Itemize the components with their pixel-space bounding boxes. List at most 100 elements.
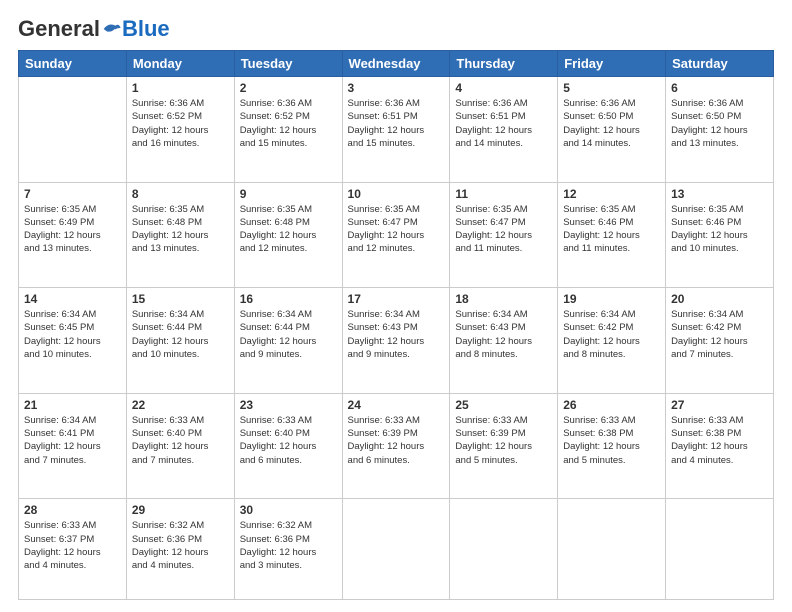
day-info: Sunrise: 6:35 AMSunset: 6:48 PMDaylight:… xyxy=(240,203,337,256)
day-info: Sunrise: 6:33 AMSunset: 6:40 PMDaylight:… xyxy=(240,414,337,467)
calendar-cell: 1Sunrise: 6:36 AMSunset: 6:52 PMDaylight… xyxy=(126,77,234,183)
calendar-cell: 26 Sunrise: 6:33 AMSunset: 6:38 PMDayligh… xyxy=(558,393,666,499)
logo-general: General xyxy=(18,18,100,40)
weekday-header: Friday xyxy=(558,51,666,77)
calendar-cell: 20 Sunrise: 6:34 AMSunset: 6:42 PMDayligh… xyxy=(666,288,774,394)
calendar-cell: 21Sunrise: 6:34 AMSunset: 6:41 PMDayligh… xyxy=(19,393,127,499)
calendar-cell xyxy=(342,499,450,600)
logo-blue: Blue xyxy=(122,18,170,40)
day-info: Sunrise: 6:36 AMSunset: 6:50 PMDaylight:… xyxy=(563,97,660,150)
calendar-cell: 13 Sunrise: 6:35 AMSunset: 6:46 PMDayligh… xyxy=(666,182,774,288)
day-number: 15 xyxy=(132,292,229,306)
day-info: Sunrise: 6:33 AMSunset: 6:40 PMDaylight:… xyxy=(132,414,229,467)
day-number: 13 xyxy=(671,187,768,201)
day-number: 4 xyxy=(455,81,552,95)
day-info: Sunrise: 6:35 AMSunset: 6:47 PMDaylight:… xyxy=(455,203,552,256)
weekday-header: Monday xyxy=(126,51,234,77)
day-info: Sunrise: 6:35 AMSunset: 6:49 PMDaylight:… xyxy=(24,203,121,256)
calendar-header-row: SundayMondayTuesdayWednesdayThursdayFrid… xyxy=(19,51,774,77)
calendar-cell xyxy=(450,499,558,600)
day-number: 30 xyxy=(240,503,337,517)
calendar-cell: 6Sunrise: 6:36 AMSunset: 6:50 PMDaylight… xyxy=(666,77,774,183)
header: General Blue xyxy=(18,18,774,40)
calendar-row: 28 Sunrise: 6:33 AMSunset: 6:37 PMDayligh… xyxy=(19,499,774,600)
calendar-cell xyxy=(19,77,127,183)
weekday-header: Thursday xyxy=(450,51,558,77)
calendar-cell xyxy=(558,499,666,600)
day-number: 8 xyxy=(132,187,229,201)
day-number: 22 xyxy=(132,398,229,412)
day-number: 16 xyxy=(240,292,337,306)
day-info: Sunrise: 6:33 AMSunset: 6:39 PMDaylight:… xyxy=(348,414,445,467)
calendar-row: 7 Sunrise: 6:35 AMSunset: 6:49 PMDaylight… xyxy=(19,182,774,288)
day-info: Sunrise: 6:34 AMSunset: 6:44 PMDaylight:… xyxy=(132,308,229,361)
day-number: 7 xyxy=(24,187,121,201)
calendar-cell: 12Sunrise: 6:35 AMSunset: 6:46 PMDayligh… xyxy=(558,182,666,288)
logo: General Blue xyxy=(18,18,170,40)
day-number: 29 xyxy=(132,503,229,517)
calendar-cell: 5Sunrise: 6:36 AMSunset: 6:50 PMDaylight… xyxy=(558,77,666,183)
day-number: 20 xyxy=(671,292,768,306)
calendar-cell: 2 Sunrise: 6:36 AMSunset: 6:52 PMDaylight… xyxy=(234,77,342,183)
day-number: 3 xyxy=(348,81,445,95)
day-info: Sunrise: 6:34 AMSunset: 6:42 PMDaylight:… xyxy=(563,308,660,361)
day-info: Sunrise: 6:32 AMSunset: 6:36 PMDaylight:… xyxy=(240,519,337,572)
calendar-cell: 4 Sunrise: 6:36 AMSunset: 6:51 PMDaylight… xyxy=(450,77,558,183)
day-number: 10 xyxy=(348,187,445,201)
day-number: 23 xyxy=(240,398,337,412)
day-number: 19 xyxy=(563,292,660,306)
page: General Blue SundayMondayTuesdayWednesda… xyxy=(0,0,792,612)
calendar-cell: 11 Sunrise: 6:35 AMSunset: 6:47 PMDayligh… xyxy=(450,182,558,288)
calendar-row: 14 Sunrise: 6:34 AMSunset: 6:45 PMDayligh… xyxy=(19,288,774,394)
calendar-cell xyxy=(666,499,774,600)
day-info: Sunrise: 6:32 AMSunset: 6:36 PMDaylight:… xyxy=(132,519,229,572)
day-info: Sunrise: 6:34 AMSunset: 6:42 PMDaylight:… xyxy=(671,308,768,361)
logo-bird-icon xyxy=(102,20,122,38)
calendar-cell: 28 Sunrise: 6:33 AMSunset: 6:37 PMDayligh… xyxy=(19,499,127,600)
day-info: Sunrise: 6:33 AMSunset: 6:38 PMDaylight:… xyxy=(563,414,660,467)
day-info: Sunrise: 6:36 AMSunset: 6:51 PMDaylight:… xyxy=(348,97,445,150)
calendar-cell: 29 Sunrise: 6:32 AMSunset: 6:36 PMDayligh… xyxy=(126,499,234,600)
day-info: Sunrise: 6:36 AMSunset: 6:52 PMDaylight:… xyxy=(240,97,337,150)
day-info: Sunrise: 6:34 AMSunset: 6:43 PMDaylight:… xyxy=(348,308,445,361)
calendar-cell: 10 Sunrise: 6:35 AMSunset: 6:47 PMDayligh… xyxy=(342,182,450,288)
day-info: Sunrise: 6:35 AMSunset: 6:46 PMDaylight:… xyxy=(671,203,768,256)
calendar-cell: 7 Sunrise: 6:35 AMSunset: 6:49 PMDaylight… xyxy=(19,182,127,288)
day-number: 2 xyxy=(240,81,337,95)
weekday-header: Sunday xyxy=(19,51,127,77)
calendar-cell: 25 Sunrise: 6:33 AMSunset: 6:39 PMDayligh… xyxy=(450,393,558,499)
day-info: Sunrise: 6:33 AMSunset: 6:39 PMDaylight:… xyxy=(455,414,552,467)
day-info: Sunrise: 6:33 AMSunset: 6:37 PMDaylight:… xyxy=(24,519,121,572)
weekday-header: Wednesday xyxy=(342,51,450,77)
calendar-row: 21Sunrise: 6:34 AMSunset: 6:41 PMDayligh… xyxy=(19,393,774,499)
day-info: Sunrise: 6:36 AMSunset: 6:52 PMDaylight:… xyxy=(132,97,229,150)
day-number: 24 xyxy=(348,398,445,412)
calendar-cell: 14 Sunrise: 6:34 AMSunset: 6:45 PMDayligh… xyxy=(19,288,127,394)
calendar-cell: 9 Sunrise: 6:35 AMSunset: 6:48 PMDaylight… xyxy=(234,182,342,288)
day-info: Sunrise: 6:35 AMSunset: 6:48 PMDaylight:… xyxy=(132,203,229,256)
day-number: 17 xyxy=(348,292,445,306)
day-number: 28 xyxy=(24,503,121,517)
day-info: Sunrise: 6:35 AMSunset: 6:47 PMDaylight:… xyxy=(348,203,445,256)
day-info: Sunrise: 6:34 AMSunset: 6:45 PMDaylight:… xyxy=(24,308,121,361)
calendar-row: 1Sunrise: 6:36 AMSunset: 6:52 PMDaylight… xyxy=(19,77,774,183)
day-number: 26 xyxy=(563,398,660,412)
calendar-cell: 30 Sunrise: 6:32 AMSunset: 6:36 PMDayligh… xyxy=(234,499,342,600)
day-info: Sunrise: 6:34 AMSunset: 6:41 PMDaylight:… xyxy=(24,414,121,467)
calendar-cell: 15 Sunrise: 6:34 AMSunset: 6:44 PMDayligh… xyxy=(126,288,234,394)
calendar-cell: 16Sunrise: 6:34 AMSunset: 6:44 PMDayligh… xyxy=(234,288,342,394)
day-info: Sunrise: 6:33 AMSunset: 6:38 PMDaylight:… xyxy=(671,414,768,467)
calendar-cell: 18 Sunrise: 6:34 AMSunset: 6:43 PMDayligh… xyxy=(450,288,558,394)
day-number: 18 xyxy=(455,292,552,306)
day-number: 27 xyxy=(671,398,768,412)
day-number: 14 xyxy=(24,292,121,306)
day-number: 25 xyxy=(455,398,552,412)
day-info: Sunrise: 6:36 AMSunset: 6:51 PMDaylight:… xyxy=(455,97,552,150)
day-number: 11 xyxy=(455,187,552,201)
logo-text: General Blue xyxy=(18,18,170,40)
weekday-header: Tuesday xyxy=(234,51,342,77)
calendar-cell: 22 Sunrise: 6:33 AMSunset: 6:40 PMDayligh… xyxy=(126,393,234,499)
day-info: Sunrise: 6:34 AMSunset: 6:43 PMDaylight:… xyxy=(455,308,552,361)
weekday-header: Saturday xyxy=(666,51,774,77)
day-number: 9 xyxy=(240,187,337,201)
